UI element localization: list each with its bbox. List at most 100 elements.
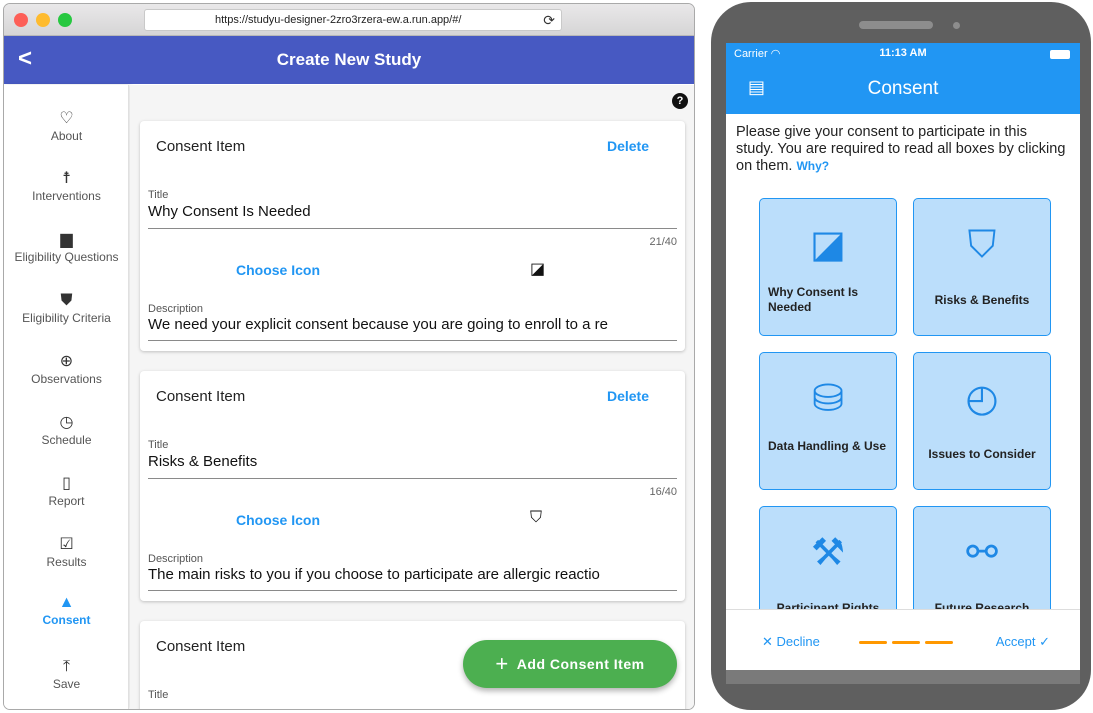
progress-dash [892, 641, 920, 644]
check-icon: ✓ [1039, 634, 1050, 649]
phone-camera [953, 22, 960, 29]
minimize-window-button[interactable] [36, 13, 50, 27]
database-export-icon: ⛁ [812, 378, 844, 420]
title-field[interactable]: Risks & Benefits [148, 453, 257, 470]
tile-label: Data Handling & Use [768, 439, 887, 453]
clipboard-icon: ▯ [62, 475, 71, 492]
upload-icon: ⤒ [62, 658, 71, 675]
sidebar-item-label: Schedule [41, 433, 92, 447]
sidebar-item-schedule[interactable]: ◷ Schedule [4, 413, 129, 447]
consent-tile[interactable]: ⛁ Data Handling & Use [759, 352, 897, 490]
consent-tile[interactable]: ◪ Why Consent Is Needed [759, 198, 897, 336]
sidebar-item-interventions[interactable]: ☨ Interventions [4, 169, 129, 203]
card-header: Consent Item [156, 388, 246, 405]
title-underline [148, 478, 677, 479]
description-field[interactable]: We need your explicit consent because yo… [148, 316, 677, 333]
status-bar: Carrier ◠ 11:13 AM [726, 43, 1080, 65]
sidebar-item-about[interactable]: ♡ About [4, 109, 129, 143]
sidebar: ♡ About ☨ Interventions ▆ Eligibility Qu… [4, 85, 129, 709]
tile-label: Why Consent Is Needed [768, 285, 859, 314]
sidebar-item-label: Report [48, 494, 85, 508]
sidebar-item-save[interactable]: ⤒ Save [4, 657, 129, 691]
sidebar-item-label: Interventions [32, 189, 101, 203]
close-icon: ✕ [762, 634, 773, 649]
app-bar: < Create New Study [4, 36, 694, 84]
sidebar-item-label: Observations [31, 372, 102, 386]
browser-window: https://studyu-designer-2zro3rzera-ew.a.… [3, 3, 695, 710]
close-window-button[interactable] [14, 13, 28, 27]
url-text: https://studyu-designer-2zro3rzera-ew.a.… [215, 14, 462, 26]
roadblock-icon: ⛉ [967, 224, 997, 266]
progress-dash [859, 641, 887, 644]
binoculars-icon: ⚯ [966, 532, 998, 574]
sidebar-item-label: Eligibility Criteria [22, 311, 111, 325]
title-field[interactable]: Why Consent Is Needed [148, 203, 311, 220]
description-field[interactable]: The main risks to you if you choose to p… [148, 566, 677, 583]
choose-icon-button[interactable]: Choose Icon [236, 262, 320, 278]
person-icon: ☨ [62, 170, 71, 187]
add-consent-item-label: Add Consent Item [516, 656, 645, 672]
clock-icon: ◷ [59, 414, 74, 431]
description-field-label: Description [148, 553, 204, 565]
sidebar-item-results[interactable]: ☑ Results [4, 535, 129, 569]
maximize-window-button[interactable] [58, 13, 72, 27]
help-icon[interactable]: ? [672, 93, 688, 109]
sidebar-item-label: About [50, 129, 83, 143]
sidebar-item-eligibility-criteria[interactable]: ⛊ Eligibility Criteria [4, 291, 129, 325]
description-field-label: Description [148, 303, 204, 315]
progress-dash [925, 641, 953, 644]
character-counter: 21/40 [649, 236, 677, 248]
delete-button[interactable]: Delete [607, 138, 649, 154]
status-time: 11:13 AM [879, 47, 927, 59]
phone-frame: Carrier ◠ 11:13 AM ▤ Consent Please give… [711, 2, 1091, 710]
card-header: Consent Item [156, 638, 246, 655]
shield-icon: ⛊ [60, 292, 73, 309]
delete-button[interactable]: Delete [607, 388, 649, 404]
map-clock-icon: ◴ [965, 378, 999, 420]
reload-icon[interactable]: ⟳ [543, 10, 555, 30]
tile-label: Issues to Consider [928, 447, 1036, 461]
decline-button[interactable]: ✕ Decline [762, 634, 820, 650]
sidebar-item-report[interactable]: ▯ Report [4, 474, 129, 508]
document-search-icon: ◪ [810, 224, 846, 266]
description-underline [148, 340, 677, 341]
sidebar-item-label: Results [46, 555, 87, 569]
title-field-label: Title [148, 689, 169, 701]
consent-tile[interactable]: ⛉ Risks & Benefits [913, 198, 1051, 336]
accept-label: Accept [995, 634, 1036, 649]
zoom-in-icon: ⊕ [59, 353, 74, 370]
chat-icon: ▆ [60, 231, 73, 248]
card-header: Consent Item [156, 138, 246, 155]
phone-toolbar: ▤ Consent [726, 65, 1080, 114]
gavel-icon: ⚒ [810, 532, 846, 574]
add-consent-item-button[interactable]: + Add Consent Item [463, 640, 677, 688]
tile-label: Risks & Benefits [934, 293, 1030, 307]
decline-label: Decline [776, 634, 820, 649]
consent-item-card: Consent Item Delete Title Risks & Benefi… [140, 371, 685, 601]
page-title: Create New Study [276, 50, 422, 69]
battery-icon [1050, 50, 1070, 59]
sidebar-item-observations[interactable]: ⊕ Observations [4, 352, 129, 386]
url-bar[interactable]: https://studyu-designer-2zro3rzera-ew.a.… [144, 9, 562, 31]
heart-outline-icon: ♡ [59, 110, 74, 127]
main-content: ? Consent Item Delete Title Why Consent … [130, 85, 694, 709]
checkbox-clipboard-icon: ☑ [59, 536, 74, 553]
intro-text: Please give your consent to participate … [736, 124, 1066, 174]
roadblock-icon: ⛉ [530, 509, 543, 526]
sidebar-item-consent[interactable]: ▲ Consent [4, 593, 129, 627]
browser-titlebar: https://studyu-designer-2zro3rzera-ew.a.… [4, 4, 694, 36]
phone-speaker [859, 21, 933, 29]
plus-icon: + [495, 651, 509, 676]
phone-page-title: Consent [867, 78, 939, 99]
accept-button[interactable]: Accept ✓ [996, 634, 1050, 650]
consent-tile[interactable]: ◴ Issues to Consider [913, 352, 1051, 490]
consent-item-card: Consent Item Delete Title Why Consent Is… [140, 121, 685, 351]
sidebar-item-label: Consent [42, 613, 91, 627]
sidebar-item-eligibility-questions[interactable]: ▆ Eligibility Questions [4, 230, 129, 264]
phone-bottom-bezel [726, 670, 1080, 684]
why-link[interactable]: Why? [796, 159, 829, 173]
choose-icon-button[interactable]: Choose Icon [236, 512, 320, 528]
document-search-icon: ◪ [530, 261, 546, 278]
consent-intro: Please give your consent to participate … [736, 124, 1068, 175]
description-underline [148, 590, 677, 591]
